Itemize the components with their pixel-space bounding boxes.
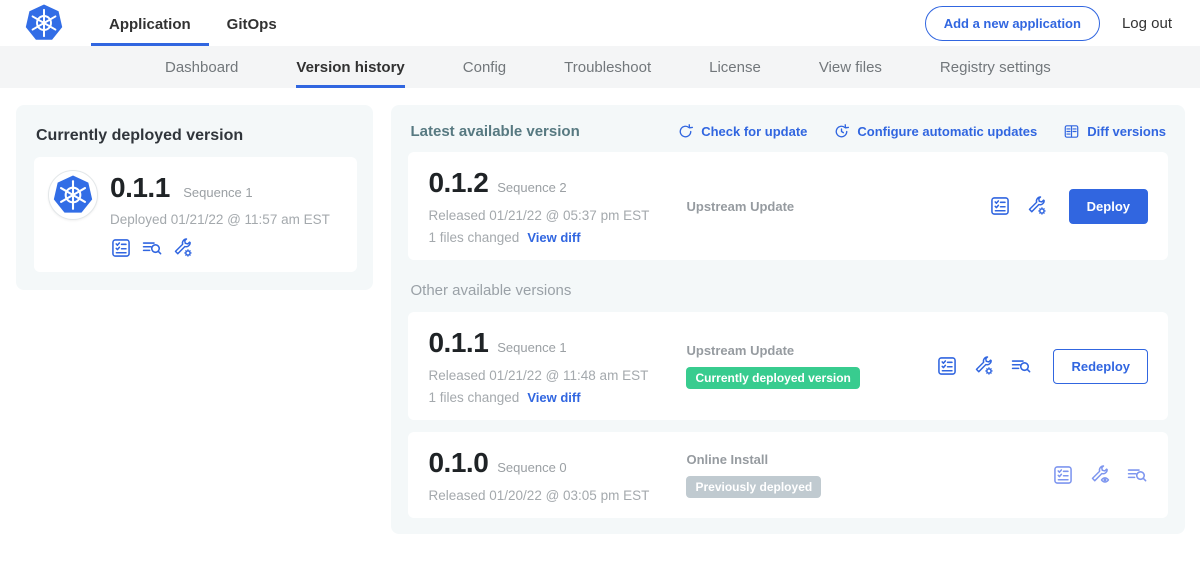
other-versions-title: Other available versions (410, 282, 1166, 299)
currently-deployed-title: Currently deployed version (36, 127, 357, 145)
logs-icon[interactable] (1010, 355, 1032, 377)
deploy-button[interactable]: Deploy (1069, 189, 1148, 224)
latest-available-title: Latest available version (410, 123, 579, 140)
version-row: 0.1.1 Sequence 1 Released 01/21/22 @ 11:… (408, 312, 1168, 420)
version-row: 0.1.2 Sequence 2 Released 01/21/22 @ 05:… (408, 152, 1168, 260)
refresh-icon (677, 123, 694, 140)
app-header: Application GitOps Add a new application… (0, 0, 1200, 46)
version-source: Upstream Update (686, 343, 936, 358)
subnav-tab-view-files[interactable]: View files (819, 46, 882, 88)
tab-gitops[interactable]: GitOps (209, 0, 295, 46)
previously-deployed-badge: Previously deployed (686, 476, 821, 498)
files-changed: 1 files changed (428, 390, 519, 405)
tab-application-label: Application (109, 16, 191, 33)
view-diff-link[interactable]: View diff (527, 230, 580, 245)
version-sequence: Sequence 2 (497, 180, 566, 195)
kubernetes-logo (25, 4, 63, 42)
version-number: 0.1.1 (428, 327, 488, 359)
redeploy-button[interactable]: Redeploy (1053, 349, 1148, 384)
app-tabs: Application GitOps (91, 0, 295, 46)
diff-icon (1063, 123, 1080, 140)
section-subnav: Dashboard Version history Config Trouble… (0, 46, 1200, 88)
currently-deployed-card: 0.1.1 Sequence 1 Deployed 01/21/22 @ 11:… (34, 157, 357, 272)
files-changed: 1 files changed (428, 230, 519, 245)
subnav-tab-license[interactable]: License (709, 46, 761, 88)
subnav-tab-troubleshoot[interactable]: Troubleshoot (564, 46, 651, 88)
logs-icon[interactable] (141, 237, 163, 259)
subnav-tab-version-history[interactable]: Version history (296, 46, 404, 88)
current-version-deployed-at: Deployed 01/21/22 @ 11:57 am EST (110, 212, 330, 227)
current-version-number: 0.1.1 (110, 172, 170, 203)
version-source: Upstream Update (686, 199, 936, 214)
add-application-button[interactable]: Add a new application (925, 6, 1100, 41)
version-released-at: Released 01/21/22 @ 05:37 pm EST (428, 208, 686, 223)
subnav-tab-config[interactable]: Config (463, 46, 506, 88)
view-diff-link[interactable]: View diff (527, 390, 580, 405)
subnav-tab-registry-settings[interactable]: Registry settings (940, 46, 1051, 88)
version-sequence: Sequence 0 (497, 460, 566, 475)
schedule-update-icon (833, 123, 850, 140)
wrench-gear-icon[interactable] (172, 237, 194, 259)
version-row: 0.1.0 Sequence 0 Released 01/20/22 @ 03:… (408, 432, 1168, 518)
wrench-gear-icon[interactable] (1026, 195, 1048, 217)
wrench-eye-icon[interactable] (1089, 464, 1111, 486)
checklist-icon[interactable] (110, 237, 132, 259)
checklist-icon[interactable] (936, 355, 958, 377)
version-released-at: Released 01/21/22 @ 11:48 am EST (428, 368, 686, 383)
checklist-icon[interactable] (1052, 464, 1074, 486)
currently-deployed-panel: Currently deployed version 0.1.1 Sequenc… (16, 105, 373, 290)
version-number: 0.1.0 (428, 447, 488, 479)
logout-button[interactable]: Log out (1122, 15, 1172, 32)
version-sequence: Sequence 1 (497, 340, 566, 355)
tab-application[interactable]: Application (91, 0, 209, 46)
logs-icon[interactable] (1126, 464, 1148, 486)
configure-automatic-updates-link[interactable]: Configure automatic updates (833, 123, 1037, 140)
tab-gitops-label: GitOps (227, 16, 277, 33)
version-number: 0.1.2 (428, 167, 488, 199)
main-content: Currently deployed version 0.1.1 Sequenc… (0, 88, 1200, 534)
diff-versions-link[interactable]: Diff versions (1063, 123, 1166, 140)
check-for-update-link[interactable]: Check for update (677, 123, 807, 140)
wrench-gear-icon[interactable] (973, 355, 995, 377)
version-released-at: Released 01/20/22 @ 03:05 pm EST (428, 488, 686, 503)
version-source: Online Install (686, 452, 936, 467)
currently-deployed-badge: Currently deployed version (686, 367, 859, 389)
checklist-icon[interactable] (989, 195, 1011, 217)
current-version-sequence: Sequence 1 (183, 185, 252, 200)
version-history-panel: Latest available version Check for updat… (391, 105, 1185, 534)
app-icon (48, 170, 98, 220)
subnav-tab-dashboard[interactable]: Dashboard (165, 46, 238, 88)
